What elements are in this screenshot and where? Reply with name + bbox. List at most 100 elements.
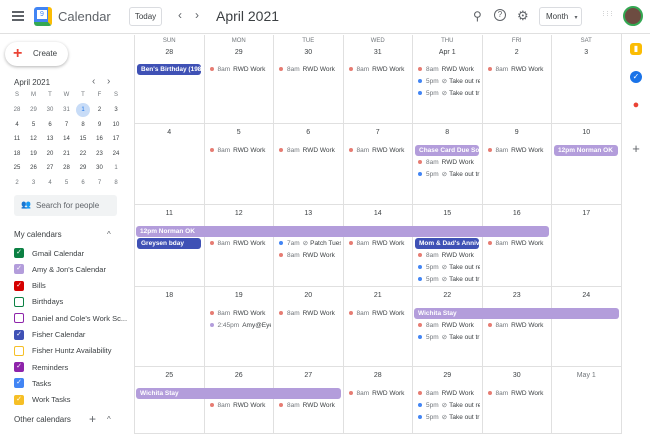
day-cell[interactable]: 21 8am RWD Work: [343, 287, 413, 367]
day-number[interactable]: 20: [274, 292, 343, 299]
event[interactable]: 5pm ⊘ Take out re: [413, 76, 480, 87]
mini-day[interactable]: 20: [43, 147, 57, 161]
help-icon[interactable]: ?: [494, 9, 506, 21]
mini-day[interactable]: 18: [10, 147, 24, 161]
mini-day[interactable]: 22: [76, 147, 90, 161]
day-cell[interactable]: 7 8am RWD Work: [343, 124, 413, 205]
calendar-item[interactable]: ✓ Work Tasks: [14, 393, 70, 407]
event[interactable]: 5pm ⊘ Take out tr: [413, 412, 480, 423]
calendar-item[interactable]: Daniel and Cole's Work Sc...: [14, 311, 127, 325]
mini-day[interactable]: 16: [93, 132, 107, 146]
day-number[interactable]: 15: [413, 210, 482, 217]
mini-day[interactable]: 7: [60, 118, 74, 132]
mini-day[interactable]: 28: [60, 161, 74, 175]
event[interactable]: 8am RWD Work: [344, 238, 411, 249]
day-number[interactable]: 29: [413, 372, 482, 379]
day-cell[interactable]: 10 12pm Norman OK: [552, 124, 622, 205]
day-number[interactable]: 31: [344, 49, 413, 56]
event[interactable]: 5pm ⊘ Take out tr: [413, 169, 480, 180]
event[interactable]: 8am RWD Work: [413, 388, 480, 399]
day-number[interactable]: 14: [344, 210, 413, 217]
event-chip[interactable]: Mom & Dad's Annive: [415, 238, 479, 249]
event[interactable]: 8am RWD Work: [483, 238, 550, 249]
day-cell[interactable]: 17: [552, 205, 622, 287]
day-cell[interactable]: 15 Mom & Dad's Annive 8am RWD Work 5pm ⊘ Take …: [413, 205, 483, 287]
event[interactable]: 8am RWD Work: [205, 145, 272, 156]
day-number[interactable]: 19: [205, 292, 274, 299]
event[interactable]: 5pm ⊘ Take out tr: [413, 88, 480, 99]
event[interactable]: 8am RWD Work: [483, 388, 550, 399]
prev-month-button[interactable]: ‹: [178, 8, 182, 22]
calendar-item[interactable]: Birthdays: [14, 295, 63, 309]
mini-day[interactable]: 28: [10, 103, 24, 117]
day-cell[interactable]: 5 8am RWD Work: [204, 124, 274, 205]
mini-day[interactable]: 14: [60, 132, 74, 146]
calendar-checkbox[interactable]: ✓: [14, 394, 24, 405]
mini-day[interactable]: 30: [93, 161, 107, 175]
mini-day[interactable]: 1: [109, 161, 123, 175]
mini-day[interactable]: 27: [43, 161, 57, 175]
day-number[interactable]: 7: [344, 129, 413, 136]
calendar-checkbox[interactable]: [14, 345, 24, 356]
day-cell[interactable]: 4: [135, 124, 205, 205]
day-cell[interactable]: 12 8am RWD Work: [204, 205, 274, 287]
event[interactable]: 8am RWD Work: [205, 64, 272, 75]
calendar-checkbox[interactable]: ✓: [14, 280, 24, 291]
event[interactable]: 8am RWD Work: [413, 64, 480, 75]
calendar-checkbox[interactable]: ✓: [14, 362, 24, 373]
mini-day[interactable]: 29: [76, 161, 90, 175]
mini-day[interactable]: 6: [43, 118, 57, 132]
tasks-icon[interactable]: ✓: [630, 71, 642, 83]
settings-gear-icon[interactable]: ⚙: [517, 8, 529, 24]
day-cell[interactable]: 22 8am RWD Work 5pm ⊘ Take out tr: [413, 287, 483, 367]
mini-day[interactable]: 25: [10, 161, 24, 175]
event[interactable]: 8am RWD Work: [413, 250, 480, 261]
day-number[interactable]: 16: [483, 210, 552, 217]
event[interactable]: 8am RWD Work: [274, 400, 341, 411]
event[interactable]: 8am RWD Work: [274, 64, 341, 75]
day-cell[interactable]: SAT 3: [552, 35, 622, 124]
calendar-checkbox[interactable]: ✓: [14, 248, 24, 258]
day-number[interactable]: May 1: [552, 372, 621, 379]
mini-day[interactable]: 31: [60, 103, 74, 117]
day-cell[interactable]: 28 8am RWD Work: [343, 367, 413, 434]
event-chip[interactable]: Chase Card Due Soo: [415, 145, 479, 156]
day-number[interactable]: 4: [135, 129, 204, 136]
day-cell[interactable]: 9 8am RWD Work: [482, 124, 552, 205]
day-cell[interactable]: MON 29 8am RWD Work: [204, 35, 274, 124]
day-number[interactable]: 9: [483, 129, 552, 136]
mini-day[interactable]: 12: [27, 132, 41, 146]
day-cell[interactable]: SUN 28 Ben's Birthday (1981: [135, 35, 205, 124]
mini-day[interactable]: 7: [93, 176, 107, 190]
day-cell[interactable]: 25: [135, 367, 205, 434]
day-cell[interactable]: WED 31 8am RWD Work: [343, 35, 413, 124]
event[interactable]: 5pm ⊘ Take out re: [413, 400, 480, 411]
today-button[interactable]: Today: [129, 7, 162, 26]
day-number[interactable]: Apr 1: [413, 49, 482, 56]
event[interactable]: 8am RWD Work: [483, 145, 550, 156]
multi-day-event[interactable]: Wichita Stay: [136, 388, 341, 399]
day-cell[interactable]: 30 8am RWD Work: [482, 367, 552, 434]
mini-day[interactable]: 6: [76, 176, 90, 190]
event[interactable]: 8am RWD Work: [205, 400, 272, 411]
mini-day[interactable]: 15: [76, 132, 90, 146]
event[interactable]: 8am RWD Work: [413, 320, 480, 331]
search-people-input[interactable]: 👥 Search for people: [14, 195, 117, 216]
mini-day[interactable]: 30: [43, 103, 57, 117]
day-cell[interactable]: 26 8am RWD Work: [204, 367, 274, 434]
mini-day[interactable]: 17: [109, 132, 123, 146]
apps-grid-icon[interactable]: ⋮⋮⋮: [601, 12, 614, 17]
event[interactable]: 5pm ⊘ Take out tr: [413, 274, 480, 285]
day-cell[interactable]: 29 8am RWD Work 5pm ⊘ Take out re 5pm ⊘ Take out…: [413, 367, 483, 434]
day-number[interactable]: 22: [413, 292, 482, 299]
day-number[interactable]: 5: [205, 129, 274, 136]
day-number[interactable]: 6: [274, 129, 343, 136]
event[interactable]: 7am ⊘ Patch Tues: [274, 238, 341, 249]
day-number[interactable]: 25: [135, 372, 204, 379]
event[interactable]: 8am RWD Work: [274, 308, 341, 319]
calendar-checkbox[interactable]: [14, 296, 24, 307]
calendar-item[interactable]: ✓ Amy & Jon's Calendar: [14, 262, 106, 276]
mini-day[interactable]: 1: [76, 103, 90, 117]
calendar-item[interactable]: ✓ Reminders: [14, 360, 68, 374]
day-number[interactable]: 23: [483, 292, 552, 299]
